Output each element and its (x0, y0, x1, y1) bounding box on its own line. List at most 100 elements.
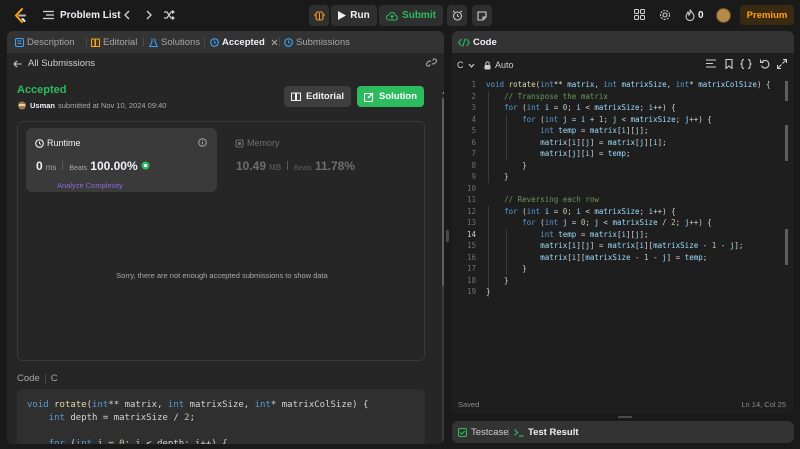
timer-button[interactable] (447, 5, 467, 26)
runtime-card[interactable]: Runtime 0 ms Beats 100.00% Analyze Compl… (26, 128, 217, 192)
code-editor[interactable]: 1 void rotate(int** matrix, int matrixSiz… (452, 79, 794, 399)
reset-icon[interactable] (760, 59, 770, 69)
code-line: 11 // Reversing each row (466, 195, 599, 204)
flask-icon (149, 38, 158, 47)
code-line: 6 matrix[i][j] = matrix[j][i]; (471, 137, 667, 147)
language-select[interactable]: C (457, 60, 475, 70)
top-navbar: Problem List Run Submit 0 Premium (0, 0, 800, 30)
left-scrollbar[interactable] (442, 89, 444, 444)
shuffle-icon[interactable] (164, 10, 175, 20)
auto-mode-toggle[interactable]: Auto (484, 60, 514, 70)
settings-gear-icon[interactable] (659, 9, 671, 21)
user-avatar-small (18, 101, 26, 110)
note-icon (477, 10, 487, 21)
runtime-value: 0 (36, 159, 43, 173)
beats-badge-icon (141, 161, 150, 170)
overview-ruler-mark (785, 81, 788, 101)
close-tab-icon[interactable] (271, 39, 278, 46)
code-line: 18 } (466, 275, 509, 285)
overview-ruler-mark (785, 125, 788, 161)
code-label: Code (17, 373, 40, 384)
description-icon (15, 38, 24, 47)
prev-problem-icon[interactable] (123, 10, 131, 20)
leetcode-logo-icon[interactable] (13, 8, 27, 23)
debug-button[interactable] (309, 5, 329, 26)
code-line: 1 void rotate(int** matrix, int matrixSiz… (471, 80, 771, 89)
code-line: 19} (466, 287, 491, 296)
layout-grid-icon[interactable] (634, 9, 645, 20)
tab-editorial[interactable]: Editorial (91, 37, 137, 48)
checkbox-icon (458, 428, 467, 437)
tab-divider (86, 37, 87, 47)
memory-beats: 11.78% (314, 159, 355, 173)
code-line: 8 } (471, 160, 527, 170)
editorial-button[interactable]: Editorial (284, 86, 351, 107)
book-icon (290, 92, 301, 101)
chevron-down-icon (468, 63, 474, 68)
curly-braces-icon[interactable] (740, 59, 752, 69)
code-line: 5 int temp = matrix[i][j]; (471, 126, 649, 135)
tab-description[interactable]: Description (15, 37, 75, 48)
notes-button[interactable] (472, 5, 492, 26)
fire-streak-icon[interactable] (685, 9, 695, 21)
code-line: 16 matrix[i][matrixSize - 1 - j] = temp; (466, 252, 708, 262)
overview-ruler-mark (785, 229, 788, 265)
code-line: 15 matrix[i][j] = matrix[i][matrixSize -… (466, 241, 744, 250)
testcase-tab[interactable]: Testcase (458, 427, 509, 438)
problem-list-link[interactable]: Problem List (60, 10, 121, 21)
bookmark-icon[interactable] (725, 59, 733, 69)
runtime-beats: 100.00% (90, 159, 138, 173)
submitted-at: submitted at Nov 10, 2024 09:40 (58, 101, 167, 110)
runtime-unit: ms (45, 163, 57, 172)
next-problem-icon[interactable] (145, 10, 153, 20)
submission-status: Accepted (17, 84, 67, 96)
tab-solutions[interactable]: Solutions (149, 37, 200, 48)
format-icon[interactable] (706, 59, 716, 68)
submitter-name[interactable]: Usman (30, 101, 55, 110)
tab-divider (204, 37, 205, 47)
editor-tab-bar: Code (452, 31, 794, 53)
panel-resize-handle[interactable] (446, 230, 449, 242)
code-line: 2 // Transpose the matrix (471, 91, 608, 101)
code-line: 9 } (471, 172, 509, 181)
code-brackets-icon (458, 38, 470, 47)
save-status: Saved (458, 400, 480, 409)
cloud-upload-icon (386, 11, 398, 21)
no-data-message: Sorry, there are not enough accepted sub… (116, 271, 328, 280)
code-language: C (50, 373, 58, 384)
user-avatar[interactable] (716, 8, 731, 23)
memory-value: 10.49 (236, 159, 267, 173)
scroll-up-icon[interactable] (442, 89, 444, 95)
scroll-thumb[interactable] (442, 97, 444, 287)
tab-accepted[interactable]: Accepted (210, 37, 281, 48)
analyze-complexity-link[interactable]: Analyze Complexity (57, 181, 123, 190)
all-submissions-link[interactable]: All Submissions (13, 58, 95, 69)
memory-unit: MB (269, 163, 282, 172)
submit-button[interactable]: Submit (379, 5, 443, 26)
code-line: 7 matrix[j][i] = temp; (471, 149, 631, 158)
streak-count: 0 (698, 10, 704, 21)
vertical-resize-handle[interactable] (618, 416, 632, 418)
arrow-left-icon (13, 60, 22, 67)
console-panel: Testcase Test Result (452, 421, 794, 443)
history-icon (210, 38, 219, 47)
expand-icon[interactable] (777, 59, 787, 69)
code-line: for (int i = 0; i < depth; i++) { (48, 439, 228, 444)
code-header: Code C (17, 373, 58, 384)
problem-list-icon[interactable] (43, 10, 54, 20)
info-icon[interactable] (198, 138, 207, 147)
performance-stats: Runtime 0 ms Beats 100.00% Analyze Compl… (17, 121, 425, 361)
solution-button[interactable]: Solution (357, 86, 424, 107)
terminal-icon (514, 429, 524, 437)
tab-submissions[interactable]: Submissions (284, 37, 350, 48)
memory-beats-label: Beats (294, 165, 312, 172)
submitted-code-preview[interactable]: void rotate(int** matrix, int matrixSize… (17, 389, 425, 444)
test-result-tab[interactable]: Test Result (514, 427, 579, 438)
run-button[interactable]: Run (331, 5, 377, 26)
editor-title: Code (473, 37, 497, 48)
memory-card[interactable]: Memory (235, 138, 280, 148)
history-icon (284, 38, 293, 47)
premium-button[interactable]: Premium (740, 5, 794, 25)
share-link-icon[interactable] (426, 58, 437, 67)
edit-pencil-icon (364, 92, 374, 102)
